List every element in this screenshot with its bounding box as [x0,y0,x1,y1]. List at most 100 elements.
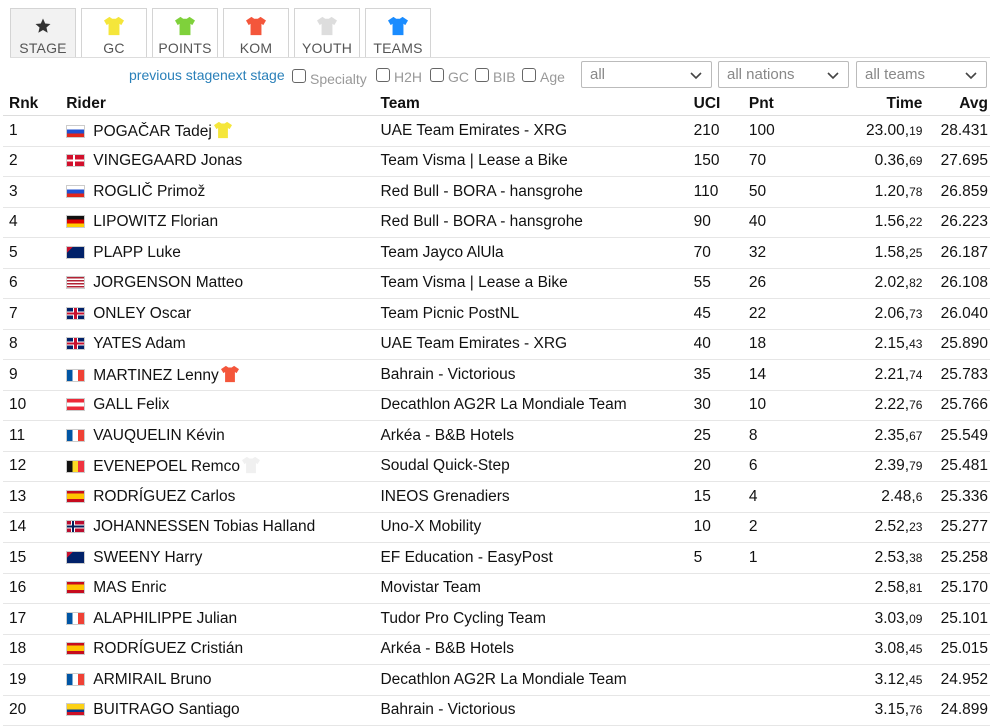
rider-link[interactable]: RODRÍGUEZ Cristián [93,640,243,657]
time-main: 2.39, [874,457,910,475]
team-link[interactable]: Team Picnic PostNL [380,305,519,322]
no-flag-icon [66,520,86,534]
points-cell: 100 [748,115,812,147]
rank-cell: 6 [3,268,67,299]
rider-cell: ARMIRAIL Bruno [66,664,381,696]
time-cell: 2.48,6 [811,481,923,513]
team-link[interactable]: UAE Team Emirates - XRG [380,335,567,352]
avg-cell: 25.783 [922,359,990,391]
table-row: 20 BUITRAGO Santiago Bahrain - Victoriou… [3,695,990,726]
rider-link[interactable]: EVENEPOEL Remco [93,458,240,475]
team-link[interactable]: Bahrain - Victorious [380,366,515,383]
stage-select[interactable]: all [581,61,712,88]
rider-cell: LIPOWITZ Florian [66,207,381,238]
rider-link[interactable]: ARMIRAIL Bruno [93,671,211,688]
team-link[interactable]: Decathlon AG2R La Mondiale Team [380,671,626,688]
team-link[interactable]: Bahrain - Victorious [380,701,515,718]
rider-link[interactable]: MARTINEZ Lenny [93,367,218,384]
team-link[interactable]: INEOS Grenadiers [380,488,509,505]
rider-cell: ROGLIČ Primož [66,176,381,208]
rider-link[interactable]: JOHANNESSEN Tobias Halland [93,518,315,535]
col-time[interactable]: Time [811,92,923,116]
table-row: 15 SWEENY Harry EF Education - EasyPost … [3,542,990,574]
team-link[interactable]: Team Jayco AlUla [380,244,503,261]
rider-link[interactable]: BUITRAGO Santiago [93,701,239,718]
dk-flag-icon [66,154,86,168]
col-team[interactable]: Team [380,92,694,116]
team-link[interactable]: Arkéa - B&B Hotels [380,640,514,657]
tab-points[interactable]: POINTS [152,8,218,58]
next-stage-link[interactable]: next stage [220,67,285,83]
rank-cell: 15 [3,542,67,574]
nation-select[interactable]: all nations [718,61,849,88]
col-avg[interactable]: Avg [922,92,990,116]
filter-bar: previous stage next stage Specialty H2H … [0,61,1000,89]
uci-cell: 70 [693,237,749,269]
team-cell: EF Education - EasyPost [380,542,694,574]
team-link[interactable]: Soudal Quick-Step [380,457,509,474]
avg-cell: 25.481 [922,451,990,482]
polka-dot-jersey-icon [245,14,267,38]
team-link[interactable]: Arkéa - B&B Hotels [380,427,514,444]
team-link[interactable]: Decathlon AG2R La Mondiale Team [380,396,626,413]
rider-link[interactable]: VINGEGAARD Jonas [93,152,242,169]
uci-cell [693,695,749,726]
rider-link[interactable]: ONLEY Oscar [93,305,191,322]
h2h-checkbox[interactable]: H2H [376,65,422,85]
team-cell: Team Jayco AlUla [380,237,694,269]
col-uci[interactable]: UCI [693,92,749,116]
rank-cell: 12 [3,451,67,482]
red-jersey-icon [220,365,239,382]
team-select[interactable]: all teams [856,61,987,88]
fr-flag-icon [66,611,86,625]
team-link[interactable]: Red Bull - BORA - hansgrohe [380,183,582,200]
gb-flag-icon [66,306,86,320]
tab-youth[interactable]: YOUTH [294,8,360,58]
previous-stage-link[interactable]: previous stage [129,67,220,83]
time-sub: 73 [909,306,923,321]
tab-teams[interactable]: TEAMS [365,8,431,58]
col-rider[interactable]: Rider [66,92,381,116]
time-sub: 23 [909,520,923,535]
rider-link[interactable]: VAUQUELIN Kévin [93,427,225,444]
rider-link[interactable]: GALL Felix [93,396,169,413]
points-cell [748,664,812,696]
rider-link[interactable]: RODRÍGUEZ Carlos [93,488,235,505]
time-sub: 69 [909,154,923,169]
team-link[interactable]: Tudor Pro Cycling Team [380,610,545,627]
specialty-checkbox[interactable]: Specialty [292,65,367,87]
rider-link[interactable]: ROGLIČ Primož [93,183,205,200]
gc-checkbox[interactable]: GC [430,65,469,85]
bib-checkbox[interactable]: BIB [475,65,516,85]
rider-link[interactable]: MAS Enric [93,579,166,596]
tab-label: STAGE [19,40,67,56]
col-pnt[interactable]: Pnt [748,92,812,116]
rider-link[interactable]: JORGENSON Matteo [93,274,243,291]
rider-link[interactable]: LIPOWITZ Florian [93,213,218,230]
team-link[interactable]: EF Education - EasyPost [380,549,552,566]
rider-link[interactable]: ALAPHILIPPE Julian [93,610,237,627]
team-link[interactable]: Team Visma | Lease a Bike [380,274,567,291]
tab-kom[interactable]: KOM [223,8,289,58]
team-cell: Uno-X Mobility [380,512,694,543]
points-cell: 18 [748,329,812,360]
age-checkbox[interactable]: Age [522,65,565,85]
team-link[interactable]: Team Visma | Lease a Bike [380,152,567,169]
team-cell: Team Visma | Lease a Bike [380,146,694,177]
rider-link[interactable]: SWEENY Harry [93,549,202,566]
rider-link[interactable]: YATES Adam [93,335,185,352]
rider-link[interactable]: PLAPP Luke [93,244,181,261]
team-link[interactable]: UAE Team Emirates - XRG [380,122,567,139]
points-cell: 14 [748,359,812,391]
time-main: 3.03, [874,609,910,627]
team-link[interactable]: Movistar Team [380,579,481,596]
time-main: 2.02, [874,274,910,292]
tab-gc[interactable]: GC [81,8,147,58]
tab-stage[interactable]: STAGE [10,8,76,58]
team-link[interactable]: Red Bull - BORA - hansgrohe [380,213,582,230]
co-flag-icon [66,703,86,717]
team-link[interactable]: Uno-X Mobility [380,518,481,535]
col-rnk[interactable]: Rnk [3,92,67,116]
time-main: 0.36, [874,152,910,170]
rider-link[interactable]: POGAČAR Tadej [93,123,212,140]
